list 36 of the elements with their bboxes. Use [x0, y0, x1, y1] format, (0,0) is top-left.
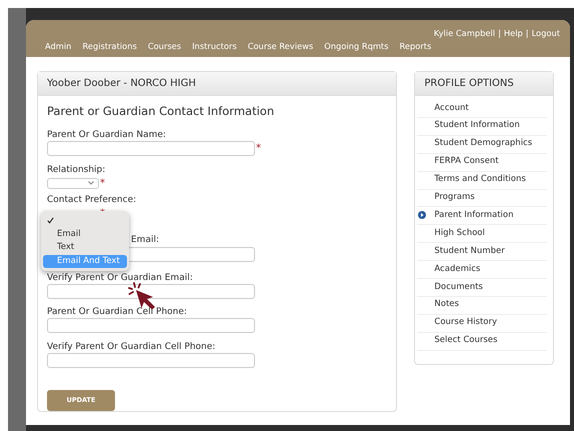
- dropdown-option[interactable]: Email: [43, 228, 127, 241]
- sidebar-item[interactable]: Programs: [417, 190, 547, 208]
- sidebar-item[interactable]: Student Demographics: [417, 136, 547, 154]
- input-field[interactable]: [47, 352, 255, 368]
- section-heading: Parent or Guardian Contact Information: [47, 103, 276, 120]
- dropdown-option[interactable]: Text: [43, 241, 127, 254]
- required-mark: *: [256, 143, 261, 154]
- sidebar-item[interactable]: Documents: [417, 279, 547, 297]
- sidebar-item[interactable]: Academics: [417, 261, 547, 280]
- chevron-down-icon: [88, 181, 94, 186]
- input-field[interactable]: [47, 141, 255, 156]
- separator: |: [498, 27, 501, 40]
- sidebar-item[interactable]: Select Courses: [417, 332, 547, 351]
- field-label: Relationship:: [47, 164, 106, 176]
- required-mark: *: [100, 178, 105, 189]
- input-field[interactable]: [47, 318, 255, 334]
- sidebar-item[interactable]: High School: [417, 225, 547, 244]
- field-label: Email:: [131, 234, 160, 246]
- sidebar-item[interactable]: Course History: [417, 314, 547, 333]
- field-label: Verify Parent Or Guardian Cell Phone:: [47, 342, 216, 353]
- select-field[interactable]: [47, 178, 99, 189]
- sidebar-item[interactable]: Terms and Conditions: [417, 172, 547, 190]
- field-label: Verify Parent Or Guardian Email:: [47, 272, 194, 284]
- input-field[interactable]: [47, 284, 255, 299]
- sidebar-item[interactable]: Account: [417, 100, 547, 118]
- field-label: Contact Preference:: [47, 195, 138, 206]
- separator: |: [526, 27, 529, 40]
- sidebar-item[interactable]: FERPA Consent: [417, 154, 547, 172]
- current-page-icon: [418, 211, 426, 220]
- sidebar-item[interactable]: Student Information: [417, 118, 547, 136]
- sidebar-item[interactable]: Parent Information: [417, 207, 547, 226]
- sidebar-title: PROFILE OPTIONS: [415, 72, 553, 96]
- sidebar-item[interactable]: Notes: [417, 296, 547, 315]
- panel-title: Yoober Doober - NORCO HIGH: [38, 72, 396, 96]
- field-label: Parent Or Guardian Name:: [47, 130, 167, 142]
- sidebar-item[interactable]: Student Number: [417, 243, 547, 262]
